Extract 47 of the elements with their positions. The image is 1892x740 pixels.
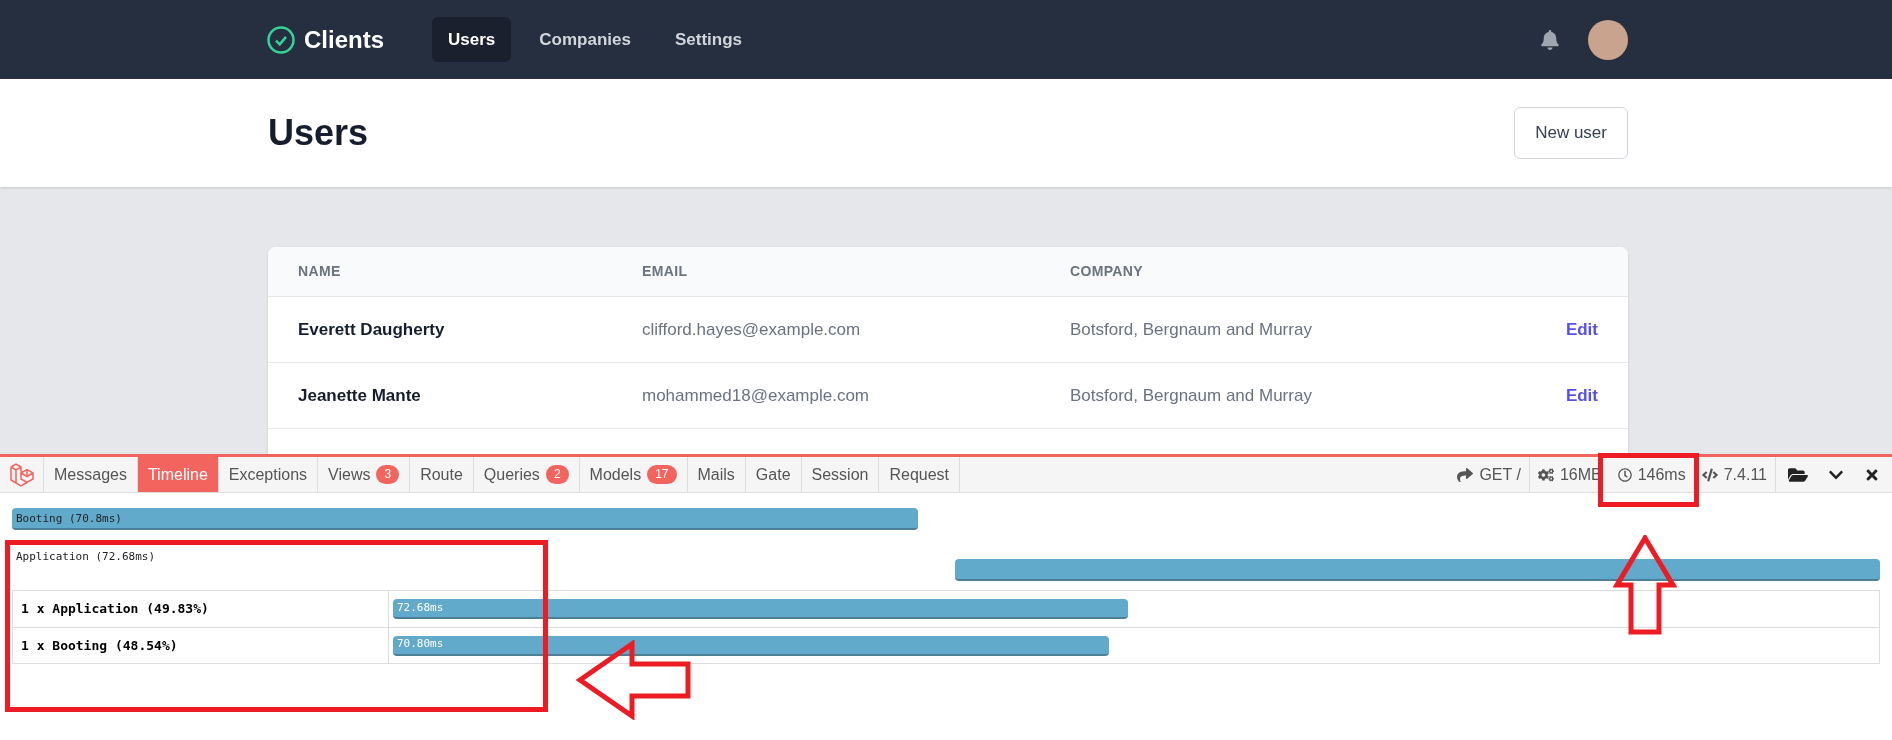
indicator-text: 7.4.11 xyxy=(1723,464,1767,485)
count-badge: 3 xyxy=(376,465,400,484)
page-title: Users xyxy=(268,111,369,155)
gears-icon xyxy=(1537,466,1554,483)
measure-bar: 72.68ms xyxy=(393,599,1129,619)
edit-link[interactable]: Edit xyxy=(1478,382,1598,409)
table-cell-text: Everett Daugherty xyxy=(298,318,446,341)
timeline-label: Application (72.68ms) xyxy=(16,549,156,565)
brand-name: Clients xyxy=(304,24,384,55)
table-cell-text: Jeanette Mante xyxy=(298,384,422,407)
table-cell-text: clifford.hayes@example.com xyxy=(642,318,862,341)
debug-tab[interactable]: Views 3 xyxy=(318,457,411,492)
table-cell-text: Botsford, Bergnaum and Murray xyxy=(1070,318,1313,341)
indicator-text: 146ms xyxy=(1637,464,1686,485)
debug-tab[interactable]: Gate xyxy=(745,457,802,492)
debug-tab[interactable]: Mails xyxy=(687,457,746,492)
debug-tab[interactable]: Messages xyxy=(44,457,138,492)
nav-link[interactable]: Users xyxy=(432,16,512,63)
timeline-label: Booting (70.8ms) xyxy=(16,511,122,527)
column-header: NAME xyxy=(298,262,342,281)
debug-tab[interactable]: Queries 2 xyxy=(473,457,580,492)
measure-label: 1 x Application (49.83%) xyxy=(13,591,389,627)
nav-link[interactable]: Companies xyxy=(523,16,647,63)
cube-logo-icon[interactable] xyxy=(8,461,35,488)
debug-tab[interactable]: Models 17 xyxy=(579,457,688,492)
avatar[interactable] xyxy=(1588,19,1628,60)
debug-tab[interactable]: Route xyxy=(410,457,474,492)
bell-icon[interactable] xyxy=(1540,29,1560,50)
column-header: COMPANY xyxy=(1070,262,1144,281)
edit-link[interactable]: Edit xyxy=(1478,316,1598,343)
table-cell-text: mohammed18@example.com xyxy=(642,384,871,407)
check-circle-icon xyxy=(266,24,296,55)
share-arrow-icon xyxy=(1457,466,1474,483)
count-badge: 2 xyxy=(545,465,569,484)
clock-icon xyxy=(1617,467,1632,482)
column-header: EMAIL xyxy=(642,262,689,281)
indicator-text: GET / xyxy=(1479,464,1521,485)
count-badge: 17 xyxy=(647,465,677,484)
nav-link[interactable]: Settings xyxy=(658,16,758,63)
new-user-button[interactable]: New user xyxy=(1514,107,1628,159)
code-icon xyxy=(1701,466,1718,483)
debug-tab[interactable]: Session xyxy=(801,457,880,492)
measure-label: 1 x Booting (48.54%) xyxy=(13,628,389,663)
table-cell-text: Botsford, Bergnaum and Murray xyxy=(1070,384,1313,407)
measure-bar: 70.80ms xyxy=(393,635,1109,656)
debug-tab[interactable]: Request xyxy=(879,457,961,492)
debug-tab[interactable]: Exceptions xyxy=(218,457,319,492)
